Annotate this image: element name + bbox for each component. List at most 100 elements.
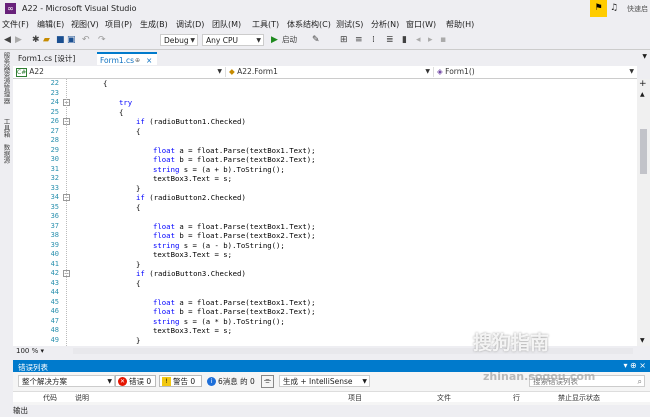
code-line[interactable]: } <box>136 336 140 345</box>
menu-item-11[interactable]: 窗口(W) <box>406 19 436 30</box>
zoom-level[interactable]: 100 % ▾ <box>16 347 44 355</box>
side-tab-1[interactable]: 工具箱 <box>1 118 11 138</box>
redo-icon[interactable]: ↷ <box>98 33 106 47</box>
code-line[interactable]: { <box>136 203 140 212</box>
new-project-icon[interactable]: ✱ <box>32 33 40 47</box>
tab-form1-designer[interactable]: Form1.cs [设计] <box>15 52 78 65</box>
side-tab-0[interactable]: 服务器资源管理器 <box>1 52 11 104</box>
menu-item-8[interactable]: 体系结构(C) <box>287 19 331 30</box>
code-line[interactable]: } <box>136 260 140 269</box>
code-line[interactable]: if (radioButton3.Checked) <box>136 269 246 278</box>
menu-item-4[interactable]: 生成(B) <box>140 19 168 30</box>
code-line[interactable]: float a = float.Parse(textBox1.Text); <box>153 298 316 307</box>
column-header[interactable]: 代码 <box>43 393 57 403</box>
code-line[interactable]: float b = float.Parse(textBox2.Text); <box>153 307 316 316</box>
code-line[interactable]: textBox3.Text = s; <box>153 250 232 259</box>
warnings-filter-button[interactable]: ! 警告 0 <box>159 375 202 387</box>
code-line[interactable]: string s = (a * b).ToString(); <box>153 317 285 326</box>
code-line[interactable]: string s = (a + b).ToString(); <box>153 165 285 174</box>
code-line[interactable]: { <box>103 79 107 88</box>
code-keyword: if <box>136 117 145 126</box>
undo-icon[interactable]: ↶ <box>82 33 90 47</box>
feedback-icon[interactable]: ♫ <box>610 3 618 13</box>
menu-item-3[interactable]: 项目(P) <box>105 19 132 30</box>
menu-item-1[interactable]: 编辑(E) <box>37 19 64 30</box>
project-dropdown[interactable]: C# A22 ▼ <box>13 67 226 77</box>
column-header[interactable]: 说明 <box>75 393 89 403</box>
title-bar: ∞ A22 - Microsoft Visual Studio ⚑ ♫ 快速启 <box>0 0 650 17</box>
quick-launch-input[interactable]: 快速启 <box>627 4 648 14</box>
column-header[interactable]: 项目 <box>348 393 362 403</box>
member-dropdown[interactable]: ◈ Form1() ▼ <box>434 67 637 77</box>
code-line[interactable]: try <box>119 98 132 107</box>
format-icon[interactable]: ≡ <box>355 33 363 47</box>
prev-bookmark-icon[interactable]: ◂ <box>416 33 421 47</box>
menu-item-10[interactable]: 分析(N) <box>371 19 399 30</box>
start-button[interactable]: 启动 <box>282 33 297 47</box>
save-all-icon[interactable]: ▣ <box>67 33 76 47</box>
line-number: 37 <box>50 221 59 230</box>
code-line[interactable]: { <box>136 279 140 288</box>
split-editor-icon[interactable]: + <box>639 79 647 89</box>
code-line[interactable]: float b = float.Parse(textBox2.Text); <box>153 155 316 164</box>
build-intellisense-select[interactable]: 生成 + IntelliSense ▼ <box>279 375 370 387</box>
tab-output[interactable]: 输出 <box>13 405 28 416</box>
code-line[interactable]: textBox3.Text = s; <box>153 326 232 335</box>
next-bookmark-icon[interactable]: ▸ <box>428 33 433 47</box>
code-line[interactable]: { <box>136 127 140 136</box>
menu-item-6[interactable]: 团队(M) <box>212 19 241 30</box>
scrollbar-thumb[interactable] <box>640 129 647 174</box>
code-line[interactable]: float b = float.Parse(textBox2.Text); <box>153 231 316 240</box>
column-header[interactable]: 禁止显示状态 <box>558 393 600 403</box>
column-header[interactable]: 行 <box>513 393 520 403</box>
solution-platform-select[interactable]: Any CPU ▼ <box>202 34 264 46</box>
line-number: 44 <box>50 288 59 296</box>
class-dropdown[interactable]: ◆ A22.Form1 ▼ <box>226 67 434 77</box>
comment-icon[interactable]: ⁞ <box>372 33 375 47</box>
editor-vertical-scrollbar[interactable]: + ▲ ▼ <box>637 79 650 346</box>
code-line[interactable]: } <box>136 184 140 193</box>
tab-form1-code[interactable]: Form1.cs ⊕ × <box>97 52 157 65</box>
toolbox-icon[interactable]: ⊞ <box>340 33 348 47</box>
code-line[interactable]: if (radioButton2.Checked) <box>136 193 246 202</box>
back-icon[interactable]: ◀ <box>4 33 11 47</box>
clear-bookmarks-icon[interactable]: ▪ <box>440 33 446 47</box>
code-line[interactable]: float a = float.Parse(textBox1.Text); <box>153 146 316 155</box>
start-play-icon[interactable]: ▶ <box>271 33 278 47</box>
menu-item-12[interactable]: 帮助(H) <box>446 19 474 30</box>
filter-icon[interactable]: ⌯ <box>261 375 274 388</box>
code-text: s = (a + b).ToString(); <box>179 164 285 174</box>
messages-filter-button[interactable]: i 6消息 的 0 <box>204 375 259 387</box>
warning-icon: ! <box>162 377 171 386</box>
code-line[interactable]: textBox3.Text = s; <box>153 174 232 183</box>
menu-item-0[interactable]: 文件(F) <box>2 19 29 30</box>
panel-controls[interactable]: ▾ ⊕ × <box>623 361 646 370</box>
open-file-icon[interactable]: ▰ <box>43 33 50 47</box>
uncomment-icon[interactable]: ≣ <box>386 33 394 47</box>
code-line[interactable]: if (radioButton1.Checked) <box>136 117 246 126</box>
code-line[interactable]: float a = float.Parse(textBox1.Text); <box>153 222 316 231</box>
navigation-bar: C# A22 ▼ ◆ A22.Form1 ▼ ◈ Form1() ▼ <box>13 66 637 79</box>
notification-flag-icon[interactable]: ⚑ <box>590 0 607 17</box>
side-tab-2[interactable]: 数据源 <box>1 144 11 164</box>
browser-link-icon[interactable]: ✎ <box>312 33 320 47</box>
solution-configuration-select[interactable]: Debug ▼ <box>160 34 198 46</box>
code-editor[interactable]: 22 23 24 25 26 27 28 29 30 31 32 33 34 35 36 37 38 39 40 41… <box>13 79 637 346</box>
scroll-up-icon[interactable]: ▲ <box>640 91 645 98</box>
bookmark-icon[interactable]: ▮ <box>402 33 407 47</box>
menu-item-5[interactable]: 调试(D) <box>176 19 204 30</box>
code-text: a = float.Parse(textBox1.Text); <box>174 221 316 231</box>
scroll-down-icon[interactable]: ▼ <box>640 337 645 344</box>
forward-icon[interactable]: ▶ <box>15 33 22 47</box>
errors-filter-button[interactable]: ✕ 错误 0 <box>115 375 156 387</box>
save-icon[interactable]: ■ <box>56 33 65 47</box>
menu-item-7[interactable]: 工具(T) <box>252 19 279 30</box>
code-line[interactable]: string s = (a - b).ToString(); <box>153 241 285 250</box>
error-scope-select[interactable]: 整个解决方案 ▼ <box>18 375 115 387</box>
code-keyword: try <box>119 98 133 107</box>
tab-overflow-chevron-down-icon[interactable]: ▼ <box>642 53 647 60</box>
menu-item-9[interactable]: 测试(S) <box>336 19 363 30</box>
code-line[interactable]: { <box>119 108 123 117</box>
menu-item-2[interactable]: 视图(V) <box>71 19 99 30</box>
column-header[interactable]: 文件 <box>437 393 451 403</box>
